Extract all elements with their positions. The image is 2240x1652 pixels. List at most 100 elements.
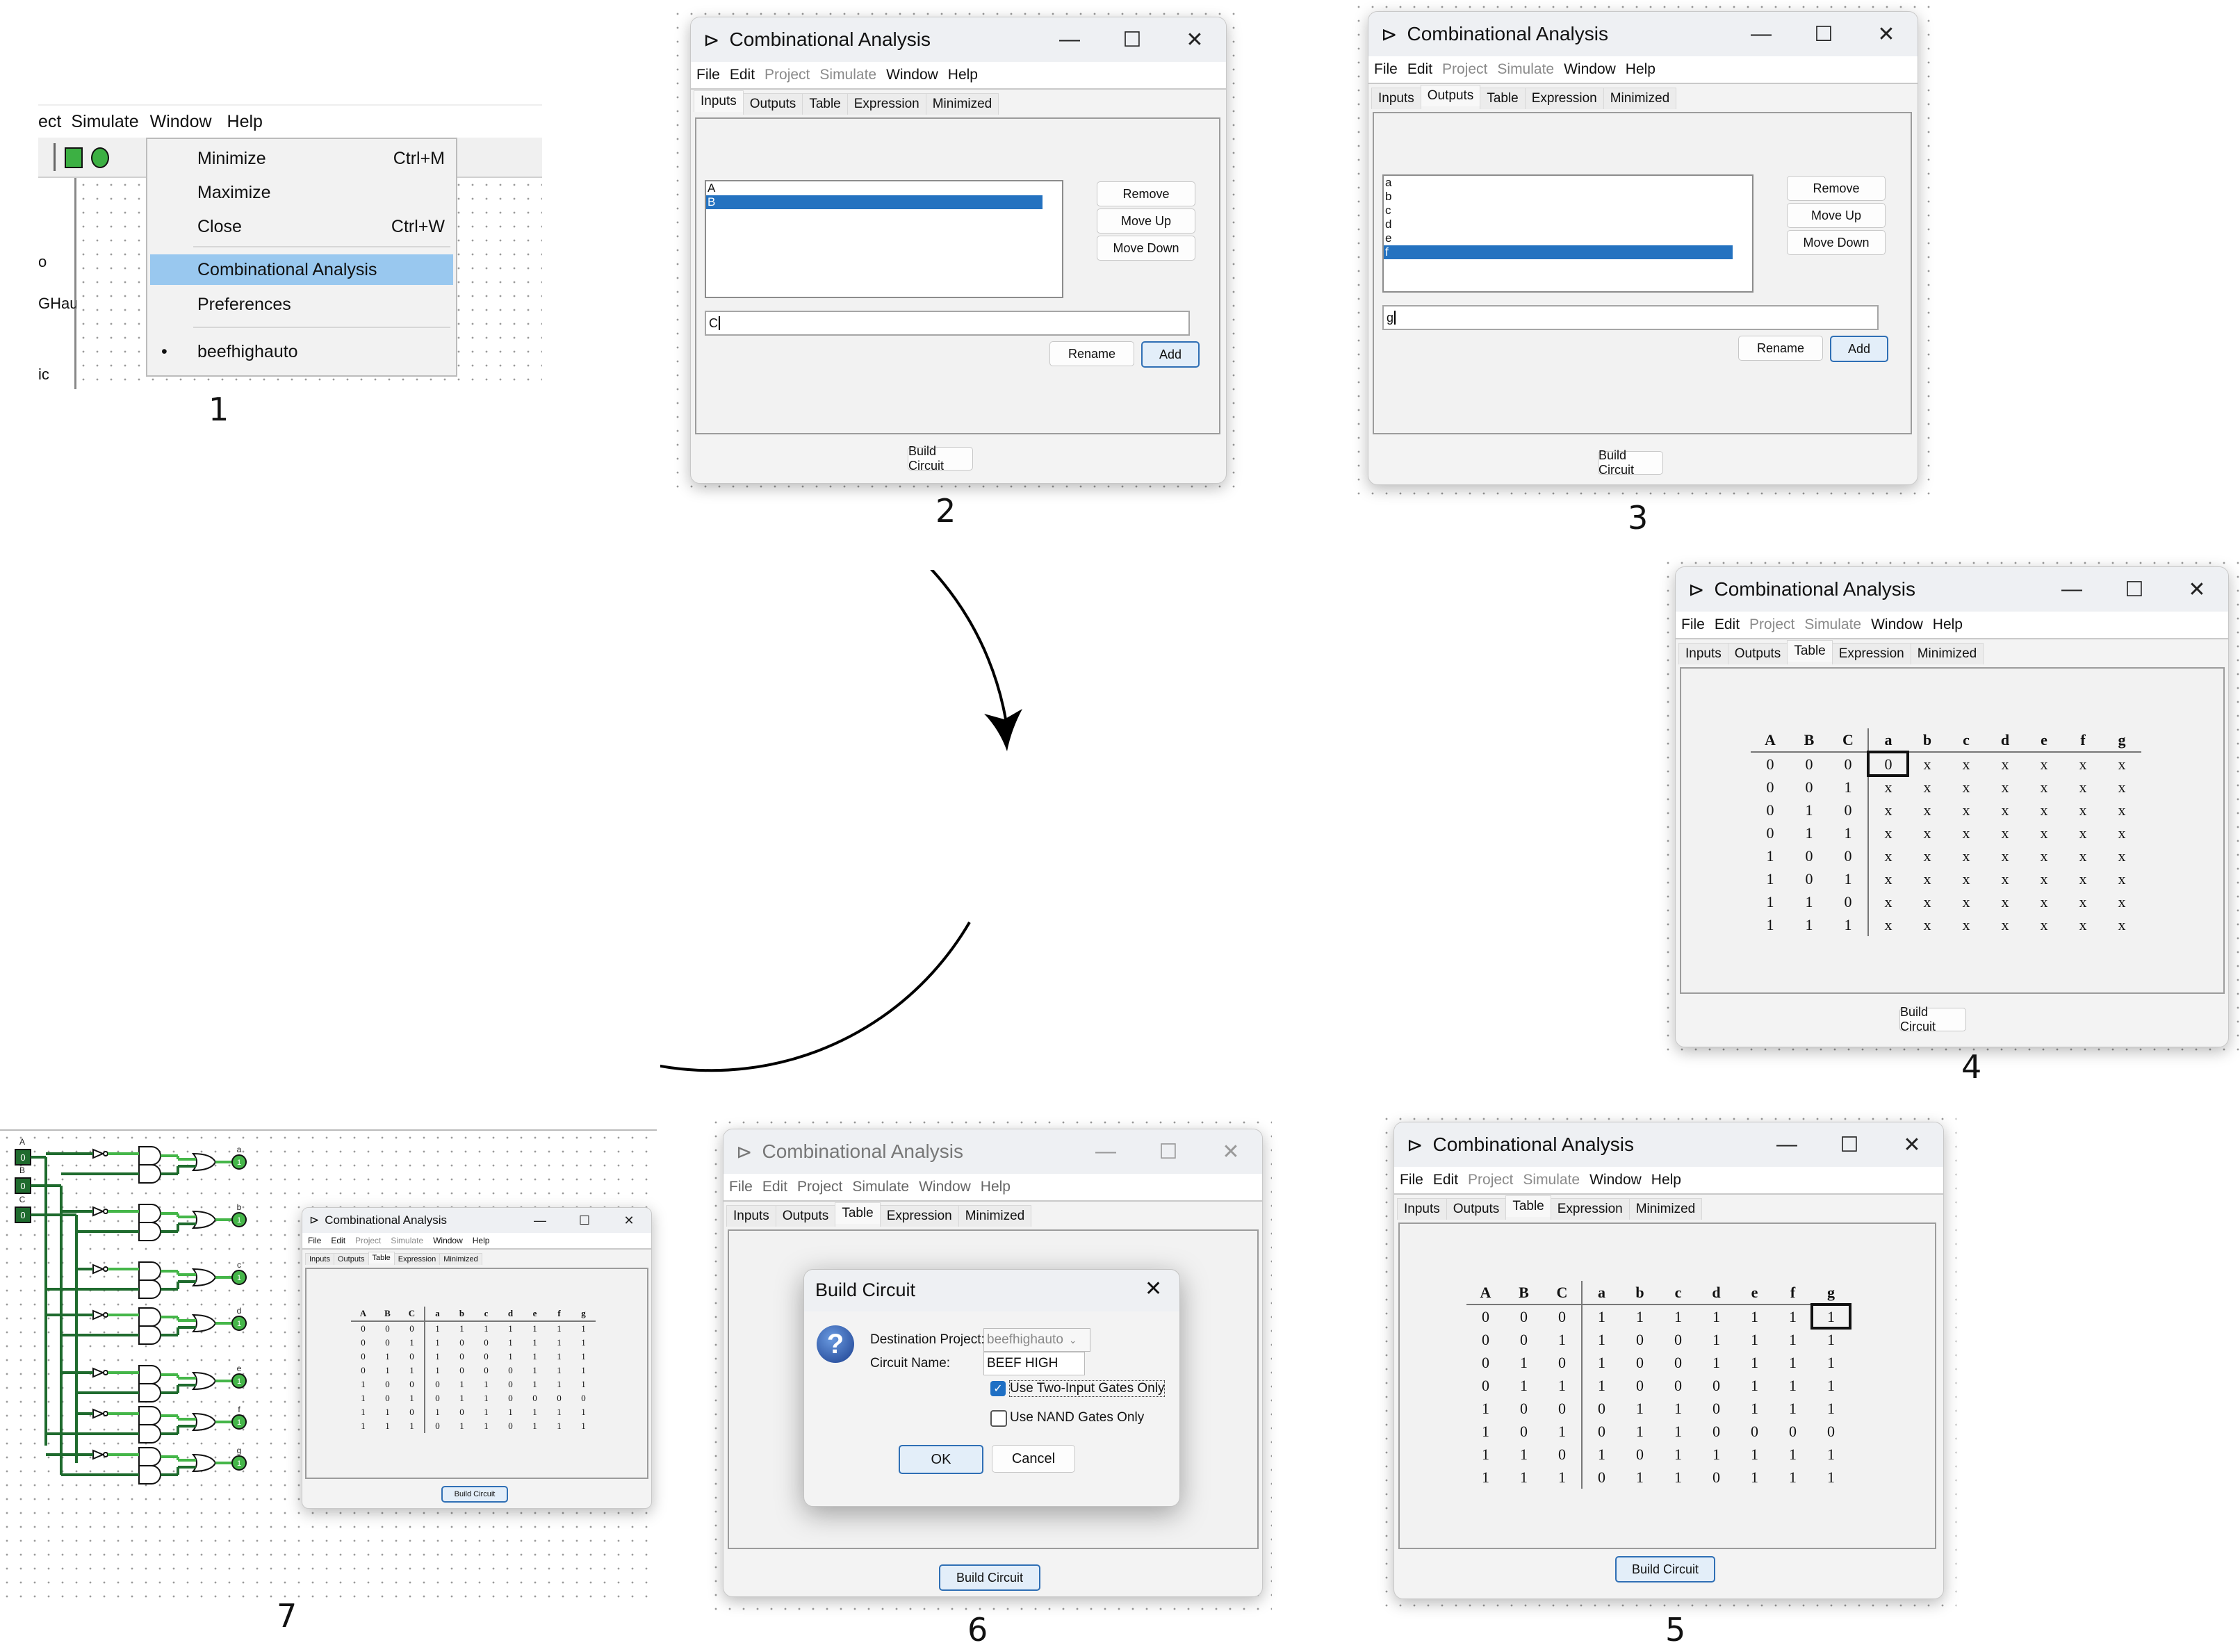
output-cell[interactable]: x bbox=[1868, 821, 1908, 844]
output-cell[interactable]: 1 bbox=[1697, 1328, 1735, 1351]
output-cell[interactable]: 1 bbox=[1735, 1397, 1774, 1420]
move-down-button[interactable]: Move Down bbox=[1787, 230, 1886, 255]
nand-checkbox[interactable] bbox=[990, 1410, 1007, 1427]
output-cell[interactable]: 1 bbox=[474, 1405, 498, 1419]
tab-table[interactable]: Table bbox=[1480, 88, 1526, 109]
output-cell[interactable]: x bbox=[1986, 821, 2025, 844]
output-cell[interactable]: 1 bbox=[498, 1405, 523, 1419]
move-up-button[interactable]: Move Up bbox=[1787, 203, 1886, 228]
input-pin-tool-icon[interactable] bbox=[65, 147, 83, 168]
tab-minimized[interactable]: Minimized bbox=[958, 1205, 1032, 1227]
menu-simulate[interactable]: Simulate bbox=[1523, 1172, 1580, 1188]
output-cell[interactable]: x bbox=[2063, 752, 2102, 776]
menu-help[interactable]: Help bbox=[981, 1179, 1011, 1195]
maximize-button[interactable]: ☐ bbox=[562, 1213, 607, 1228]
close-button[interactable]: ✕ bbox=[607, 1213, 651, 1228]
output-cell[interactable]: 1 bbox=[1659, 1420, 1697, 1443]
output-cell[interactable]: 1 bbox=[523, 1419, 547, 1433]
output-cell[interactable]: 1 bbox=[1659, 1305, 1697, 1328]
tab-inputs[interactable]: Inputs bbox=[694, 90, 744, 112]
tab-table[interactable]: Table bbox=[835, 1202, 881, 1224]
output-cell[interactable]: x bbox=[1908, 799, 1947, 821]
menu-file[interactable]: File bbox=[696, 67, 720, 83]
output-cell[interactable]: x bbox=[2063, 776, 2102, 799]
output-cell[interactable]: 1 bbox=[1774, 1374, 1812, 1397]
output-cell[interactable]: 1 bbox=[547, 1405, 571, 1419]
maximize-button[interactable]: ☐ bbox=[1101, 28, 1163, 52]
output-cell[interactable]: x bbox=[2063, 867, 2102, 890]
menu-window[interactable]: Window bbox=[886, 67, 938, 83]
maximize-button[interactable]: ☐ bbox=[1818, 1133, 1881, 1157]
output-cell[interactable]: x bbox=[1986, 913, 2025, 936]
menu-item-close[interactable]: Close Ctrl+W bbox=[147, 211, 456, 242]
output-cell[interactable]: x bbox=[1868, 867, 1908, 890]
tab-outputs[interactable]: Outputs bbox=[742, 93, 803, 115]
output-cell[interactable]: 1 bbox=[474, 1377, 498, 1391]
output-cell[interactable]: 1 bbox=[1697, 1443, 1735, 1466]
output-cell[interactable]: x bbox=[2102, 913, 2141, 936]
menu-file[interactable]: File bbox=[1681, 616, 1705, 633]
output-cell[interactable]: 0 bbox=[1621, 1374, 1659, 1397]
output-cell[interactable]: 0 bbox=[1621, 1328, 1659, 1351]
output-cell[interactable]: 0 bbox=[474, 1336, 498, 1350]
output-cell[interactable]: 1 bbox=[1621, 1397, 1659, 1420]
menu-edit[interactable]: Edit bbox=[1433, 1172, 1458, 1188]
close-button[interactable]: ✕ bbox=[1200, 1140, 1262, 1164]
output-cell[interactable]: 0 bbox=[450, 1336, 474, 1350]
menu-help[interactable]: Help bbox=[227, 112, 263, 132]
output-cell[interactable]: x bbox=[1908, 752, 1947, 776]
output-cell[interactable]: x bbox=[2102, 752, 2141, 776]
list-item[interactable]: a bbox=[1384, 176, 1752, 190]
tab-outputs[interactable]: Outputs bbox=[1420, 85, 1481, 106]
output-cell[interactable]: 0 bbox=[425, 1391, 450, 1405]
tab-outputs[interactable]: Outputs bbox=[333, 1253, 369, 1265]
cancel-button[interactable]: Cancel bbox=[992, 1445, 1075, 1473]
output-cell[interactable]: 1 bbox=[1735, 1443, 1774, 1466]
close-button[interactable]: ✕ bbox=[1163, 28, 1226, 52]
output-cell[interactable]: 1 bbox=[474, 1391, 498, 1405]
output-cell[interactable]: 1 bbox=[450, 1321, 474, 1336]
menu-simulate[interactable]: Simulate bbox=[391, 1236, 423, 1245]
minimize-button[interactable]: — bbox=[2041, 578, 2103, 601]
output-cell[interactable]: x bbox=[2102, 844, 2141, 867]
output-cell[interactable]: 1 bbox=[425, 1321, 450, 1336]
build-circuit-button[interactable]: Build Circuit bbox=[1615, 1556, 1715, 1583]
output-cell[interactable]: x bbox=[1868, 844, 1908, 867]
menu-edit[interactable]: Edit bbox=[1407, 61, 1432, 78]
output-cell[interactable]: 1 bbox=[571, 1405, 596, 1419]
output-cell[interactable]: 1 bbox=[474, 1321, 498, 1336]
output-cell[interactable]: x bbox=[2102, 867, 2141, 890]
output-cell[interactable]: x bbox=[1986, 799, 2025, 821]
output-cell[interactable]: x bbox=[2063, 799, 2102, 821]
inputs-list[interactable]: A B bbox=[705, 180, 1063, 298]
output-cell[interactable]: 1 bbox=[1697, 1305, 1735, 1328]
build-circuit-button[interactable]: Build Circuit bbox=[908, 444, 973, 473]
output-cell[interactable]: 1 bbox=[498, 1321, 523, 1336]
output-cell[interactable]: x bbox=[1908, 913, 1947, 936]
menu-help[interactable]: Help bbox=[948, 67, 978, 83]
output-cell[interactable]: 1 bbox=[571, 1377, 596, 1391]
output-cell[interactable]: 1 bbox=[1582, 1351, 1621, 1374]
menu-simulate[interactable]: Simulate bbox=[1497, 61, 1554, 78]
output-cell[interactable]: x bbox=[1947, 867, 1986, 890]
close-button[interactable]: ✕ bbox=[1855, 22, 1918, 47]
output-cell[interactable]: 1 bbox=[1621, 1420, 1659, 1443]
output-cell[interactable]: 1 bbox=[547, 1321, 571, 1336]
build-circuit-button[interactable]: Build Circuit bbox=[441, 1486, 508, 1503]
move-down-button[interactable]: Move Down bbox=[1097, 236, 1195, 261]
menu-file[interactable]: File bbox=[1400, 1172, 1423, 1188]
output-cell[interactable]: 1 bbox=[523, 1405, 547, 1419]
menu-help[interactable]: Help bbox=[1933, 616, 1963, 633]
tab-table[interactable]: Table bbox=[802, 93, 848, 115]
output-cell[interactable]: 1 bbox=[1697, 1351, 1735, 1374]
tab-outputs[interactable]: Outputs bbox=[775, 1205, 836, 1227]
tab-outputs[interactable]: Outputs bbox=[1727, 643, 1788, 664]
output-cell[interactable]: 0 bbox=[571, 1391, 596, 1405]
output-cell[interactable]: 0 bbox=[1867, 751, 1909, 777]
output-cell[interactable]: 0 bbox=[1812, 1420, 1850, 1443]
output-cell[interactable]: 1 bbox=[523, 1377, 547, 1391]
output-cell[interactable]: 0 bbox=[1582, 1466, 1621, 1489]
menu-item-combinational-analysis[interactable]: Combinational Analysis bbox=[150, 254, 453, 285]
tab-table[interactable]: Table bbox=[1505, 1195, 1551, 1217]
output-cell[interactable]: x bbox=[1908, 821, 1947, 844]
